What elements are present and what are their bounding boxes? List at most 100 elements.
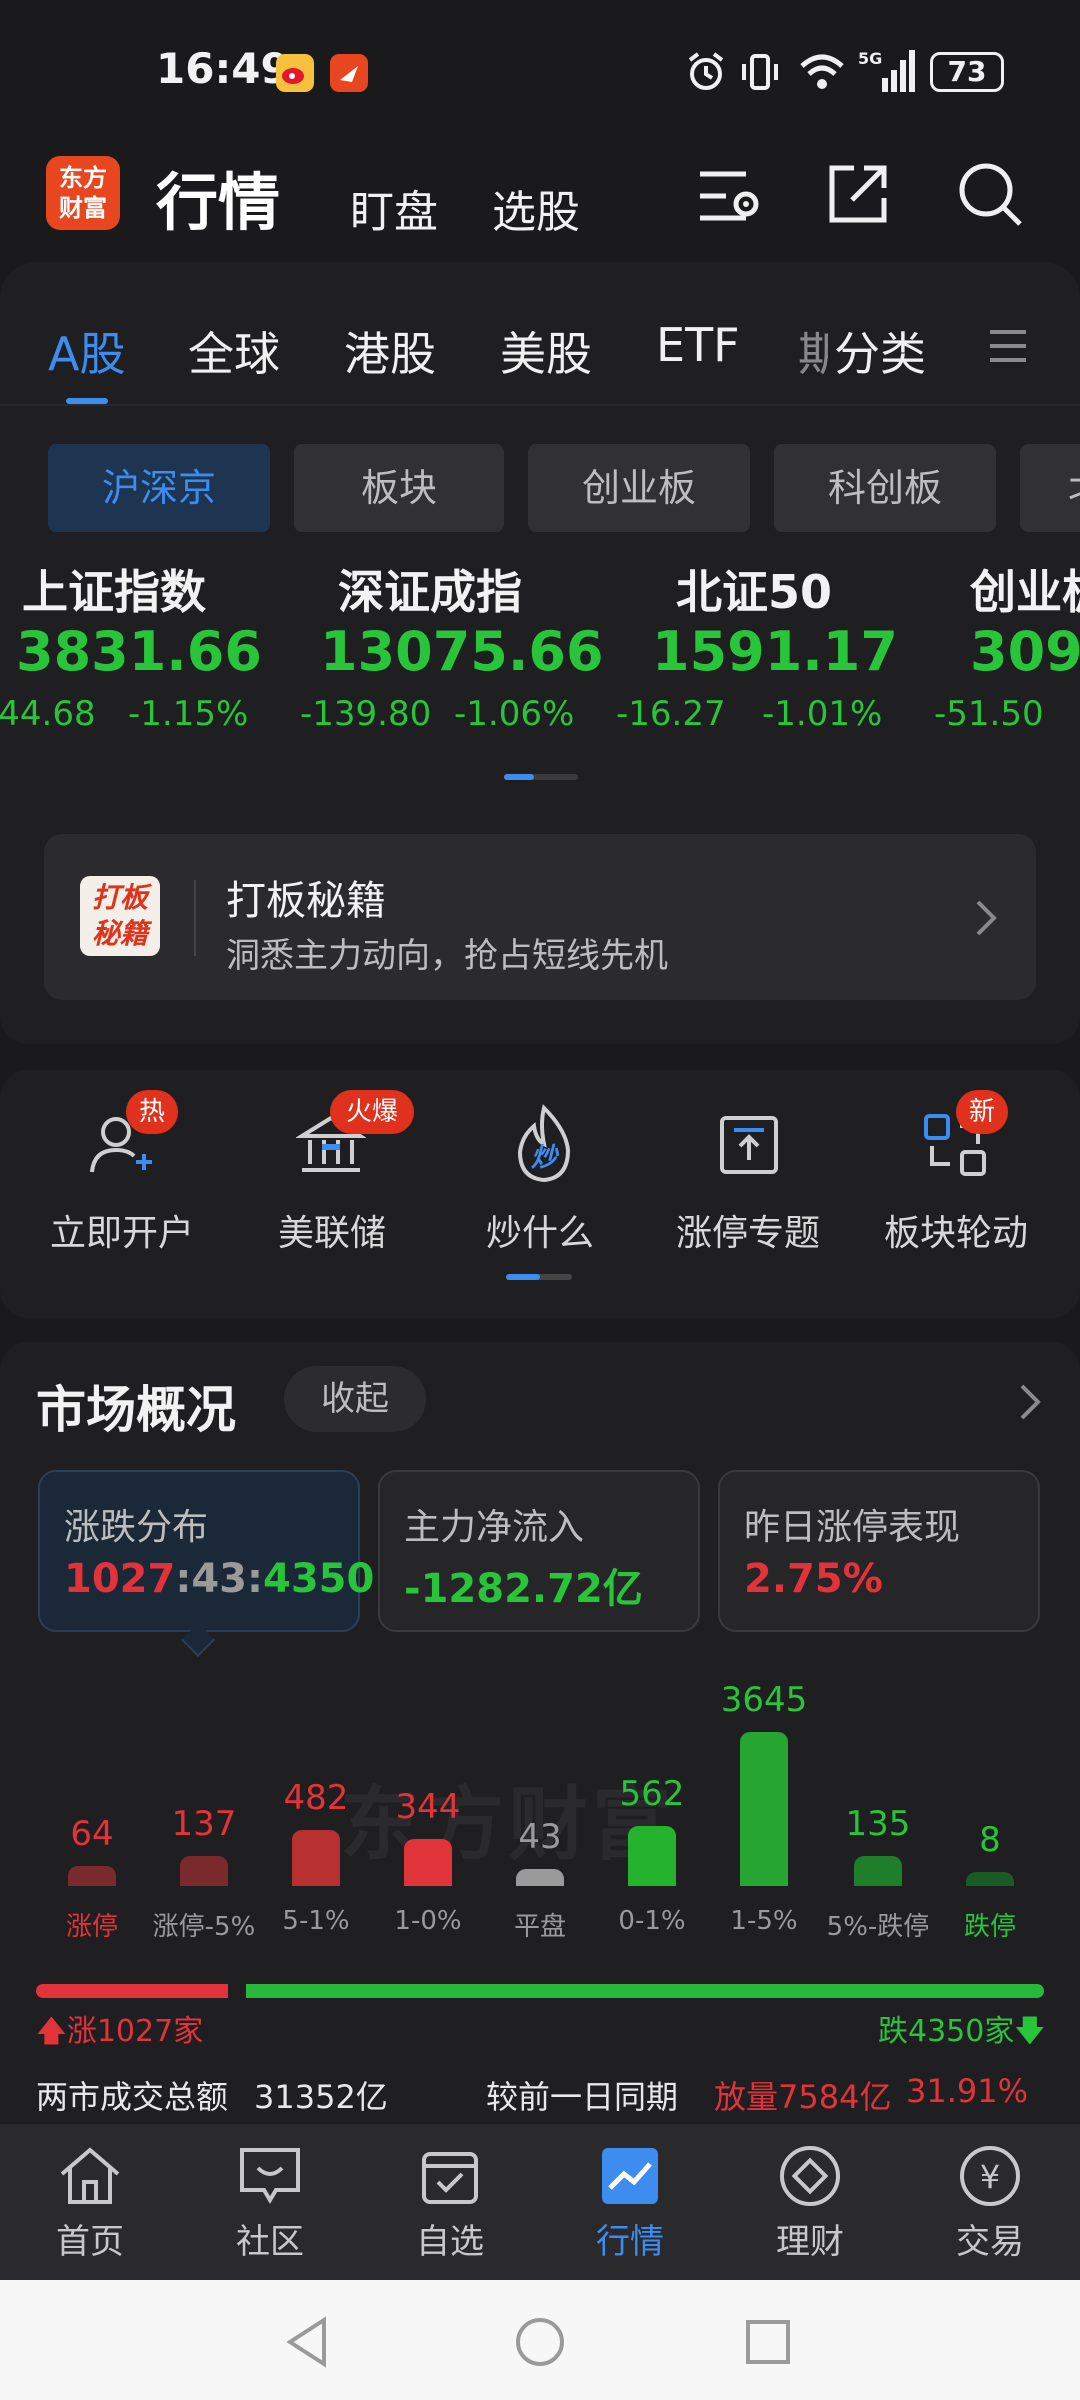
banner-title: 打板秘籍 bbox=[226, 878, 386, 924]
share-icon[interactable] bbox=[826, 162, 890, 226]
chip-beijing[interactable]: 北 bbox=[1020, 444, 1080, 532]
menu-icon[interactable] bbox=[988, 326, 1028, 366]
bottom-nav bbox=[0, 2124, 1080, 2280]
quick-entry-scroll-thumb bbox=[506, 1274, 540, 1280]
signal-icon: 5G bbox=[858, 49, 915, 92]
index-value[interactable]: 1591.17 bbox=[652, 620, 898, 683]
home-button-icon[interactable] bbox=[514, 2316, 566, 2368]
nav-label: 理财 bbox=[776, 2222, 844, 2262]
nav-label: 交易 bbox=[956, 2222, 1024, 2262]
decline-summary: 跌4350家🡇 bbox=[878, 2006, 1045, 2060]
home-icon bbox=[60, 2147, 120, 2204]
chip-shanghai-shenzhen-beijing[interactable]: 沪深京 bbox=[48, 444, 270, 532]
chip-sector[interactable]: 板块 bbox=[294, 444, 504, 532]
hot-badge: 热 bbox=[126, 1090, 178, 1134]
alarm-icon bbox=[688, 52, 724, 90]
chip-star-market[interactable]: 科创板 bbox=[774, 444, 996, 532]
nav-label: 行情 bbox=[596, 2222, 664, 2262]
logo-text-2: 财富 bbox=[59, 194, 107, 222]
banner-divider bbox=[194, 880, 196, 956]
index-pct: -1.01% bbox=[762, 694, 883, 734]
index-name: 创业板指 bbox=[970, 565, 1080, 619]
community-icon bbox=[240, 2148, 300, 2204]
advance-summary-text: 涨1027家 bbox=[66, 2014, 204, 2049]
index-change: -51.50 bbox=[934, 694, 1044, 734]
turnover-label: 两市成交总额 bbox=[36, 2078, 229, 2116]
weibo-icon bbox=[276, 54, 314, 92]
tab-global[interactable]: 全球 bbox=[188, 318, 280, 384]
tab-category[interactable]: 分类 bbox=[834, 318, 926, 384]
tab-us-stocks[interactable]: 美股 bbox=[500, 318, 592, 384]
index-name[interactable]: 深证成指 bbox=[338, 556, 522, 622]
tab-watch[interactable]: 盯盘 bbox=[350, 176, 438, 240]
daban-icon-text-2: 秘籍 bbox=[91, 917, 148, 950]
back-icon[interactable] bbox=[284, 2316, 332, 2368]
svg-text:5G: 5G bbox=[858, 49, 882, 68]
collapse-button[interactable]: 收起 bbox=[284, 1366, 426, 1432]
daban-icon: 打板 秘籍 bbox=[80, 876, 160, 956]
advance-count: 1027 bbox=[64, 1556, 176, 1602]
search-icon[interactable] bbox=[956, 160, 1024, 228]
trending-badge: 火爆 bbox=[330, 1090, 414, 1134]
quick-entry-label: 板块轮动 bbox=[884, 1213, 1029, 1254]
trade-icon: ¥ bbox=[960, 2146, 1020, 2206]
chevron-right-icon[interactable] bbox=[1018, 1382, 1042, 1422]
value-separator: : bbox=[175, 1556, 192, 1602]
wifi-icon bbox=[800, 54, 844, 89]
card-yesterday-limit-up[interactable] bbox=[718, 1470, 1040, 1632]
yen-sign: ¥ bbox=[980, 2158, 1000, 2196]
card-title: 昨日涨停表现 bbox=[744, 1507, 961, 1548]
index-value[interactable]: 3831.66 bbox=[16, 620, 262, 683]
quick-entry-label: 炒什么 bbox=[486, 1213, 595, 1254]
index-change: -16.27 bbox=[616, 694, 726, 734]
index-name[interactable]: 上证指数 bbox=[22, 556, 206, 622]
brand-watermark: 东方财富 bbox=[340, 1778, 676, 1871]
battery-indicator: 73 bbox=[930, 52, 1004, 92]
arrow-up-icon: 🡅 bbox=[36, 2014, 67, 2049]
chip-chinext[interactable]: 创业板 bbox=[528, 444, 750, 532]
recent-apps-icon[interactable] bbox=[744, 2318, 792, 2366]
tab-divider bbox=[0, 404, 1080, 406]
flame-icon: 炒 bbox=[517, 1104, 571, 1183]
svg-text:炒: 炒 bbox=[531, 1143, 559, 1173]
compare-value: 放量7584亿 bbox=[714, 2078, 892, 2116]
index-change: -139.80 bbox=[300, 694, 432, 734]
compare-label: 较前一日同期 bbox=[486, 2078, 679, 2116]
nav-label: 自选 bbox=[416, 2222, 484, 2262]
advance-summary: 🡅涨1027家 bbox=[36, 2006, 203, 2060]
index-change: -44.68 bbox=[0, 694, 96, 734]
index-value: 3095 bbox=[970, 620, 1080, 683]
tab-hk-stocks[interactable]: 港股 bbox=[344, 318, 436, 384]
quick-entry-label: 立即开户 bbox=[50, 1213, 195, 1254]
index-value[interactable]: 13075.66 bbox=[320, 620, 604, 683]
tab-stock-picker[interactable]: 选股 bbox=[492, 176, 580, 240]
card-advance-decline[interactable] bbox=[38, 1470, 360, 1632]
vibrate-icon bbox=[742, 54, 778, 90]
banner-subtitle: 洞悉主力动向，抢占短线先机 bbox=[226, 936, 668, 976]
card-title: 主力净流入 bbox=[404, 1507, 585, 1548]
settings-list-icon[interactable] bbox=[696, 164, 764, 228]
tab-a-shares[interactable]: A股 bbox=[48, 318, 125, 384]
logo-text-1: 东方 bbox=[59, 164, 107, 192]
arrow-down-icon: 🡇 bbox=[1014, 2014, 1046, 2049]
chevron-right-icon bbox=[976, 900, 997, 936]
index-pct: -1.06% bbox=[454, 694, 575, 734]
value-separator: : bbox=[247, 1556, 263, 1602]
index-pct: -1.15% bbox=[128, 694, 249, 734]
tab-etf[interactable]: ETF bbox=[656, 318, 740, 372]
card-value: -1282.72亿 bbox=[404, 1566, 643, 1612]
index-name[interactable]: 北证50 bbox=[676, 556, 832, 622]
compare-pct: 31.91% bbox=[906, 2072, 1029, 2110]
wealth-icon bbox=[780, 2146, 840, 2206]
app-notification-icon bbox=[330, 54, 368, 92]
decline-count: 4350 bbox=[263, 1556, 375, 1602]
card-title: 涨跌分布 bbox=[64, 1507, 209, 1548]
app-logo[interactable]: 东方 财富 bbox=[46, 156, 120, 230]
quick-entry-label: 涨停专题 bbox=[676, 1213, 821, 1254]
nav-label: 首页 bbox=[56, 2222, 124, 2262]
watchlist-icon bbox=[422, 2152, 478, 2204]
page-title: 行情 bbox=[156, 166, 281, 239]
tab-futures[interactable]: 期 bbox=[798, 318, 828, 384]
market-overview-panel bbox=[0, 1342, 1080, 2122]
overview-title: 市场概况 bbox=[36, 1381, 236, 1439]
